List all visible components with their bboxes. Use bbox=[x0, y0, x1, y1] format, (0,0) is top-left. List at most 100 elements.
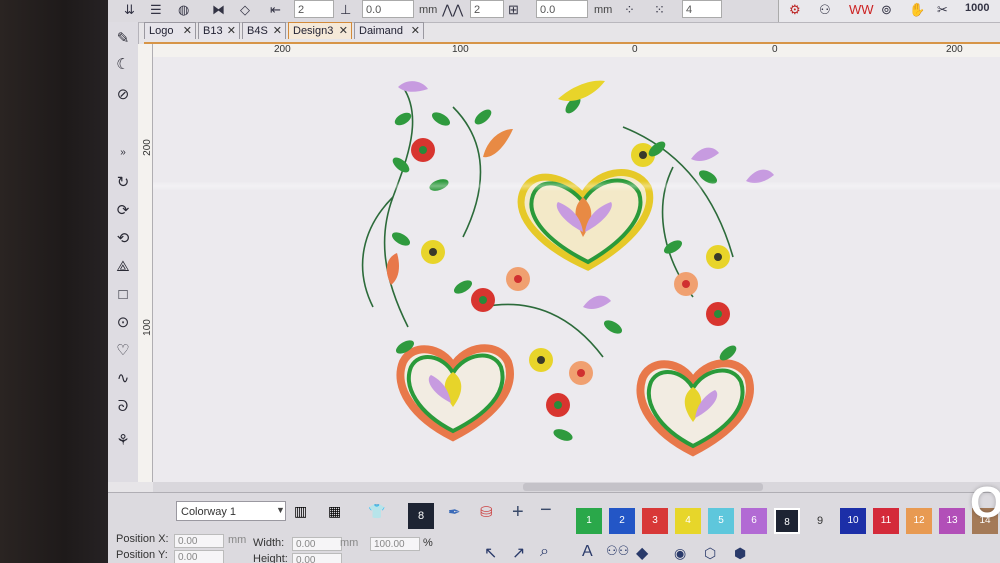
fill-bucket-icon[interactable]: ⛁ bbox=[480, 503, 493, 521]
position-x-field[interactable]: 0.00 bbox=[174, 534, 224, 548]
tab-b4s[interactable]: B4S ✕ bbox=[242, 22, 286, 39]
horizontal-scrollbar[interactable] bbox=[153, 482, 1000, 492]
flip-icon[interactable]: ◇ bbox=[240, 2, 250, 18]
width-field[interactable]: 0.00 bbox=[292, 537, 342, 551]
add-color-icon[interactable]: + bbox=[512, 501, 524, 524]
record-icon[interactable]: ◉ bbox=[674, 545, 686, 562]
spiral-icon[interactable]: ᘐ bbox=[112, 396, 134, 418]
color-swatch-10[interactable]: 10 bbox=[840, 508, 866, 534]
grid-dots-icon[interactable]: ⁙ bbox=[654, 2, 665, 18]
tab-label: Design3 bbox=[293, 25, 334, 37]
color-swatch-13[interactable]: 13 bbox=[939, 508, 965, 534]
diamond-icon[interactable]: ◆ bbox=[636, 543, 648, 563]
current-color-swatch[interactable]: 8 bbox=[408, 503, 434, 529]
globe-icon[interactable]: ◍ bbox=[178, 2, 189, 18]
scissors-icon[interactable]: ✂ bbox=[937, 2, 948, 18]
wave-icon[interactable]: ∿ bbox=[112, 368, 134, 390]
colorway-select[interactable]: Colorway 1 bbox=[176, 501, 286, 521]
bottom-toolbar: Colorway 1 ▼ ▥ ▦ 👕 8 ✒ ⛁ + − 1 2 3 4 5 6 8 9 10 1… bbox=[108, 492, 1000, 563]
color-grid-icon[interactable]: ▦ bbox=[328, 503, 341, 520]
tab-b13[interactable]: B13 ✕ bbox=[198, 22, 240, 39]
ruler-label: 200 bbox=[946, 44, 963, 55]
lettering-icon[interactable]: ⚘ bbox=[112, 430, 134, 452]
octagon-icon[interactable]: ⬡ bbox=[704, 545, 716, 562]
shirt-icon[interactable]: 👕 bbox=[368, 503, 385, 520]
tab-label: Logo bbox=[149, 25, 174, 37]
remove-color-icon[interactable]: − bbox=[540, 499, 552, 522]
chevron-down-icon[interactable]: ▼ bbox=[276, 505, 285, 515]
pin-icon[interactable]: ⊥ bbox=[340, 2, 351, 18]
scrollbar-thumb[interactable] bbox=[523, 483, 763, 491]
ruler-label: 0 bbox=[772, 44, 778, 55]
ruler-label: 100 bbox=[141, 319, 153, 336]
close-icon[interactable]: ✕ bbox=[411, 23, 420, 40]
rectangle-icon[interactable]: □ bbox=[112, 284, 134, 306]
reshape-icon[interactable]: ↗ bbox=[512, 543, 525, 563]
tab-label: Daimand bbox=[359, 25, 404, 37]
offset-field[interactable]: 0.0 bbox=[362, 0, 414, 18]
color-swatch-8[interactable]: 8 bbox=[774, 508, 800, 534]
palette-bars-icon[interactable]: ▥ bbox=[294, 503, 307, 520]
scale-field[interactable]: 100.00 bbox=[370, 537, 420, 551]
color-swatch-5[interactable]: 5 bbox=[708, 508, 734, 534]
repeat-field[interactable]: 4 bbox=[682, 0, 722, 18]
close-icon[interactable]: ✕ bbox=[273, 23, 282, 40]
align-icon[interactable]: ⇊ bbox=[124, 2, 135, 18]
color-swatch-11[interactable]: 11 bbox=[873, 508, 899, 534]
color-swatch-4[interactable]: 4 bbox=[675, 508, 701, 534]
close-icon[interactable]: ✕ bbox=[227, 23, 236, 40]
pen-icon[interactable]: ✎ bbox=[112, 28, 134, 50]
satin-icon[interactable]: WW bbox=[849, 2, 874, 17]
close-icon[interactable]: ✕ bbox=[183, 23, 192, 40]
design-canvas[interactable] bbox=[153, 57, 1000, 487]
color-swatch-1[interactable]: 1 bbox=[576, 508, 602, 534]
position-x-label: Position X: bbox=[116, 533, 169, 545]
select-arrow-icon[interactable]: ↖ bbox=[484, 543, 497, 563]
height-label: Height: bbox=[253, 553, 288, 563]
width-icon[interactable]: ⇤ bbox=[270, 2, 281, 18]
pattern-icon[interactable]: ⊞ bbox=[508, 2, 519, 18]
spacing-field[interactable]: 2 bbox=[294, 0, 334, 18]
olx-watermark: OLX bbox=[970, 478, 1000, 527]
length-field[interactable]: 0.0 bbox=[536, 0, 588, 18]
text-icon[interactable]: A bbox=[582, 543, 593, 561]
position-y-field[interactable]: 0.00 bbox=[174, 550, 224, 563]
zoom-icon[interactable]: ⌕ bbox=[540, 543, 549, 561]
people-icon[interactable]: ⚇⚇ bbox=[606, 543, 629, 559]
zigzag-icon[interactable]: ⋀⋀ bbox=[442, 2, 463, 18]
rotate-icon[interactable]: ⊘ bbox=[112, 84, 134, 106]
count-field[interactable]: 2 bbox=[470, 0, 504, 18]
eyedropper-icon[interactable]: ✒ bbox=[448, 503, 461, 521]
distribute-icon[interactable]: ☰ bbox=[150, 2, 162, 18]
curve-icon[interactable]: ☾ bbox=[112, 54, 134, 76]
position-y-label: Position Y: bbox=[116, 549, 168, 561]
color-swatch-12[interactable]: 12 bbox=[906, 508, 932, 534]
circle-icon[interactable]: ⊙ bbox=[112, 312, 134, 334]
shape-icon[interactable]: ⟳ bbox=[112, 200, 134, 222]
tab-daimand[interactable]: Daimand ✕ bbox=[354, 22, 424, 39]
freehand-icon[interactable]: ↻ bbox=[112, 172, 134, 194]
tab-logo[interactable]: Logo ✕ bbox=[144, 22, 196, 39]
dots-icon[interactable]: ⁘ bbox=[624, 2, 635, 18]
color-swatch-3[interactable]: 3 bbox=[642, 508, 668, 534]
mirror-icon[interactable]: ⧓ bbox=[212, 2, 225, 18]
tab-design3[interactable]: Design3 ✕ bbox=[288, 22, 352, 39]
hand-icon[interactable]: ✋ bbox=[909, 2, 925, 18]
bottle-icon[interactable]: ⊚ bbox=[881, 2, 892, 18]
heart-motif-bottom-left bbox=[396, 344, 514, 442]
color-swatch-2[interactable]: 2 bbox=[609, 508, 635, 534]
robot-icon[interactable]: ⚙ bbox=[789, 2, 801, 18]
ruler-label: 0 bbox=[632, 44, 638, 55]
expand-icon[interactable]: » bbox=[112, 142, 134, 164]
color-swatch-6[interactable]: 6 bbox=[741, 508, 767, 534]
close-icon[interactable]: ✕ bbox=[339, 23, 348, 40]
color-swatch-9[interactable]: 9 bbox=[807, 508, 833, 534]
triangle-icon[interactable]: ⟁ bbox=[112, 256, 134, 278]
node-edit-icon[interactable]: ⟲ bbox=[112, 228, 134, 250]
heart-icon[interactable]: ♡ bbox=[112, 340, 134, 362]
hexagon-icon[interactable]: ⬢ bbox=[734, 545, 746, 562]
height-field[interactable]: 0.00 bbox=[292, 553, 342, 563]
unit-label: mm bbox=[228, 534, 247, 546]
tab-label: B4S bbox=[247, 25, 268, 37]
node-icon[interactable]: ⚇ bbox=[819, 2, 831, 18]
